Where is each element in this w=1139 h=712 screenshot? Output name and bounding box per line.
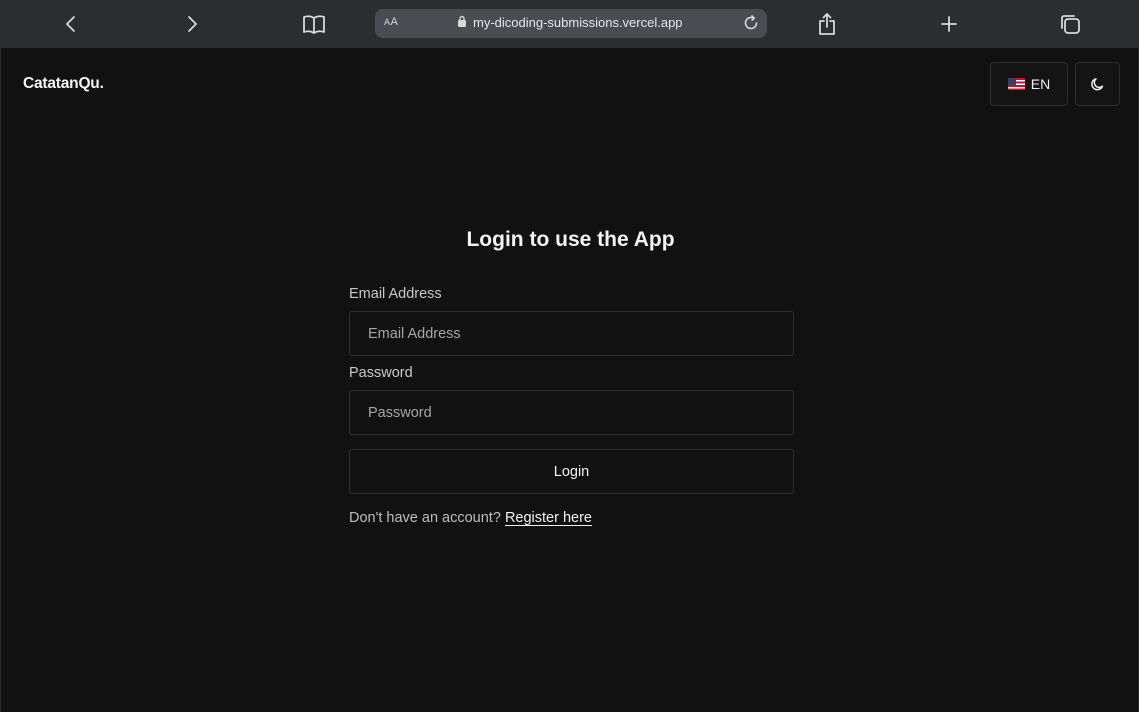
- text-size-button[interactable]: AA: [384, 16, 398, 28]
- register-prompt-text: Don't have an account?: [349, 510, 501, 526]
- brand-logo[interactable]: CatatanQu.: [23, 75, 104, 93]
- url-text: my-dicoding-submissions.vercel.app: [473, 15, 683, 30]
- login-button[interactable]: Login: [349, 449, 794, 494]
- page-content: CatatanQu. EN Login to use the App Email…: [0, 48, 1139, 712]
- register-link[interactable]: Register here: [505, 510, 592, 526]
- language-toggle-button[interactable]: EN: [990, 62, 1068, 106]
- moon-icon: [1091, 77, 1104, 90]
- bookmarks-button[interactable]: [300, 10, 328, 38]
- register-prompt: Don't have an account? Register here: [349, 510, 794, 526]
- tabs-icon: [1061, 15, 1080, 34]
- lock-icon: [457, 15, 467, 30]
- share-button[interactable]: [813, 10, 841, 38]
- share-icon: [819, 13, 835, 35]
- url-display[interactable]: my-dicoding-submissions.vercel.app: [457, 15, 683, 30]
- theme-toggle-button[interactable]: [1075, 62, 1120, 106]
- tabs-overview-button[interactable]: [1056, 10, 1084, 38]
- reload-icon: [744, 15, 758, 30]
- back-button[interactable]: [57, 10, 85, 38]
- forward-icon: [188, 16, 197, 32]
- address-bar[interactable]: AA my-dicoding-submissions.vercel.app: [375, 9, 767, 38]
- email-label: Email Address: [349, 286, 442, 302]
- page-title: Login to use the App: [466, 228, 675, 251]
- new-tab-button[interactable]: [935, 10, 963, 38]
- password-field[interactable]: [349, 390, 794, 435]
- flag-us-icon: [1007, 78, 1025, 90]
- new-tab-icon: [941, 16, 957, 32]
- password-group: Password: [349, 365, 794, 435]
- language-label: EN: [1030, 76, 1051, 92]
- reload-button[interactable]: [741, 13, 761, 33]
- password-label: Password: [349, 365, 413, 381]
- bookmarks-icon: [303, 15, 325, 34]
- login-form: Email Address Password Login Don't have …: [349, 286, 794, 526]
- forward-button[interactable]: [178, 10, 206, 38]
- back-icon: [66, 16, 75, 32]
- email-field[interactable]: [349, 311, 794, 356]
- browser-toolbar: AA my-dicoding-submissions.vercel.app: [0, 0, 1139, 48]
